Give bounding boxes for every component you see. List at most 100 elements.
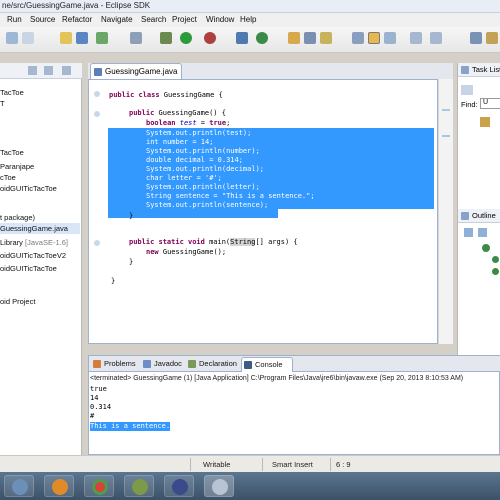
outline-header[interactable]: Outline <box>458 209 500 223</box>
selection-highlight <box>108 209 278 218</box>
keyword: public <box>129 109 155 117</box>
code-line-selected: System.out.println(number); <box>146 147 260 155</box>
code-line-selected: String sentence = "This is a sentence."; <box>146 192 315 200</box>
tab-declaration[interactable]: Declaration <box>186 357 237 372</box>
globe-icon <box>212 479 228 495</box>
open-type-icon[interactable] <box>288 32 300 44</box>
eclipse-icon <box>172 479 188 495</box>
tree-item[interactable]: Paranjape <box>0 161 34 172</box>
package-explorer-header <box>0 63 82 79</box>
status-cursor-position: 6 : 9 <box>336 460 351 469</box>
method-node-icon[interactable] <box>492 256 499 263</box>
explorer-icon <box>12 479 28 495</box>
taskbar-app[interactable] <box>164 475 194 497</box>
tab-javadoc[interactable]: Javadoc <box>141 357 182 372</box>
console-header: <terminated> GuessingGame (1) [Java Appl… <box>90 375 464 382</box>
forward-icon[interactable] <box>430 32 442 44</box>
checkbox-icon[interactable] <box>96 32 108 44</box>
taskbar-app[interactable] <box>44 475 74 497</box>
menu-refactor[interactable]: Refactor <box>62 15 92 24</box>
show-whitespace-icon[interactable] <box>384 32 396 44</box>
taskbar-app[interactable] <box>124 475 154 497</box>
library-version: [JavaSE-1.6] <box>25 238 68 247</box>
view-menu-icon[interactable] <box>62 66 71 75</box>
tree-item-library[interactable]: Library [JavaSE-1.6] <box>0 237 68 248</box>
external-tools-icon[interactable] <box>204 32 216 44</box>
tree-item[interactable]: cToe <box>0 172 16 183</box>
java-perspective-icon[interactable] <box>486 32 498 44</box>
perspective-icon[interactable] <box>470 32 482 44</box>
tree-item[interactable]: oidGUITicTacToe <box>0 263 57 274</box>
tab-console[interactable]: Console <box>241 357 293 372</box>
menu-source[interactable]: Source <box>30 15 55 24</box>
new-icon[interactable] <box>6 32 18 44</box>
package-icon[interactable] <box>76 32 88 44</box>
tree-item[interactable]: T <box>0 98 5 109</box>
window-title: ne/src/GuessingGame.java - Eclipse SDK <box>2 1 151 10</box>
tree-item[interactable]: TacToe <box>0 87 24 98</box>
search-icon[interactable] <box>304 32 316 44</box>
tab-problems[interactable]: Problems <box>91 357 136 372</box>
link-editor-icon[interactable] <box>44 66 53 75</box>
menu-search[interactable]: Search <box>141 15 166 24</box>
outline-tool-icon[interactable] <box>464 228 473 237</box>
toggle-mark-icon[interactable] <box>352 32 364 44</box>
tree-item[interactable]: oidGUITicTacToeV2 <box>0 250 66 261</box>
code-text: = <box>196 119 210 127</box>
editor-tab-bar: GuessingGame.java <box>88 63 453 79</box>
menu-help[interactable]: Help <box>240 15 256 24</box>
title-bar: ne/src/GuessingGame.java - Eclipse SDK <box>0 0 500 13</box>
code-line-selected: double decimal = 0.314; <box>146 156 243 164</box>
editor-tab-label: GuessingGame.java <box>105 67 178 76</box>
status-bar: Writable Smart Insert 6 : 9 <box>0 455 500 472</box>
code-line: } <box>129 212 134 220</box>
taskbar-app-active[interactable] <box>204 475 234 497</box>
code-line: public class GuessingGame { <box>109 91 223 100</box>
outline-tool-icon[interactable] <box>478 228 487 237</box>
status-separator <box>330 458 331 471</box>
code-line: } <box>129 258 134 266</box>
menu-navigate[interactable]: Navigate <box>101 15 133 24</box>
menu-project[interactable]: Project <box>172 15 197 24</box>
console-line: 0.314 <box>90 403 112 411</box>
tree-item-selected[interactable]: GuessingGame.java <box>0 223 80 234</box>
code-line-selected: System.out.println(test); <box>146 129 252 137</box>
field-name: test <box>179 119 197 127</box>
tree-item[interactable]: TacToe <box>0 147 24 158</box>
java-file-icon <box>94 68 102 76</box>
debug-icon[interactable] <box>160 32 172 44</box>
tree-item[interactable]: oid Project <box>0 296 35 307</box>
highlight-icon[interactable] <box>368 32 380 44</box>
editor-tab[interactable]: GuessingGame.java <box>90 63 182 79</box>
taskbar-app[interactable] <box>84 475 114 497</box>
tree-item[interactable]: t package) <box>0 212 35 223</box>
menu-run[interactable]: Run <box>7 15 22 24</box>
ruler-mark <box>442 109 450 111</box>
overview-ruler <box>438 79 453 344</box>
taskbar-app[interactable] <box>4 475 34 497</box>
new-java-project-icon[interactable] <box>236 32 248 44</box>
method-node-icon[interactable] <box>492 268 499 275</box>
declaration-icon <box>188 360 196 368</box>
pencil-icon[interactable] <box>320 32 332 44</box>
run-icon[interactable] <box>180 32 192 44</box>
library-label: Library <box>0 238 23 247</box>
task-list-header[interactable]: Task List <box>458 63 500 77</box>
tab-label: Console <box>255 360 283 369</box>
build-icon[interactable] <box>60 32 72 44</box>
new-class-icon[interactable] <box>256 32 268 44</box>
terminal-icon[interactable] <box>130 32 142 44</box>
find-input[interactable]: U <box>480 98 500 109</box>
back-icon[interactable] <box>410 32 422 44</box>
menu-window[interactable]: Window <box>206 15 234 24</box>
collapse-all-icon[interactable] <box>28 66 37 75</box>
save-icon[interactable] <box>22 32 34 44</box>
menu-bar: Run Source Refactor Navigate Search Proj… <box>0 13 500 27</box>
new-task-icon[interactable] <box>461 85 473 95</box>
task-list-title: Task List <box>472 65 500 74</box>
keyword: true <box>209 119 227 127</box>
class-node-icon[interactable] <box>482 244 490 252</box>
status-insert-mode: Smart Insert <box>272 460 313 469</box>
tree-item[interactable]: oidGUITicTacToe <box>0 183 57 194</box>
problems-icon <box>93 360 101 368</box>
